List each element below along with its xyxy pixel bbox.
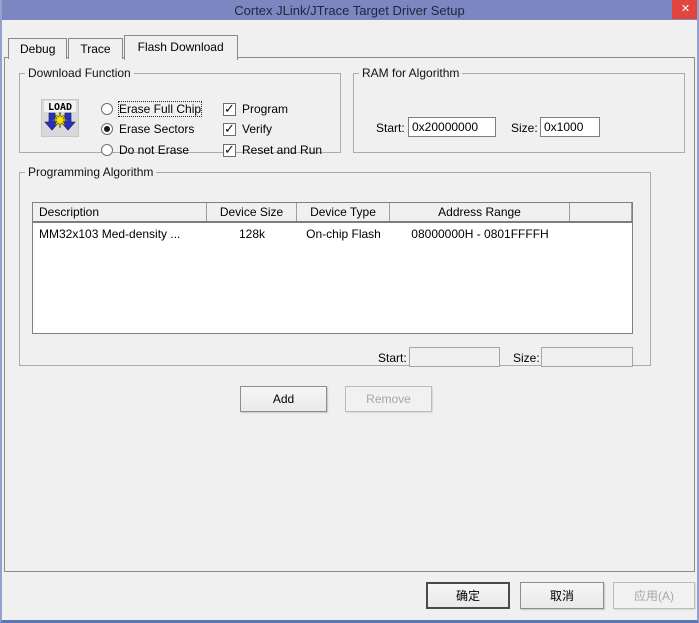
cell-description: MM32x103 Med-density ... [33, 223, 207, 245]
target-driver-setup-dialog: Cortex JLink/JTrace Target Driver Setup … [0, 0, 699, 623]
algorithm-table: Description Device Size Device Type Addr… [32, 202, 633, 334]
column-header-address-range[interactable]: Address Range [390, 203, 570, 221]
cell-address-range: 08000000H - 0801FFFFH [390, 223, 570, 245]
cell-extra [570, 223, 632, 245]
checkbox-label: Verify [242, 122, 272, 136]
algo-size-label: Size: [513, 351, 540, 365]
ram-size-label: Size: [511, 121, 538, 135]
ram-start-input[interactable] [408, 117, 496, 137]
table-header: Description Device Size Device Type Addr… [33, 203, 632, 223]
add-button[interactable]: Add [240, 386, 327, 412]
flash-download-page: Download Function LOAD Erase Full Chip E… [4, 57, 695, 572]
check-icon: ✓ [224, 142, 235, 158]
remove-button[interactable]: Remove [345, 386, 432, 412]
algo-size-input[interactable] [541, 347, 633, 367]
column-header-description[interactable]: Description [33, 203, 207, 221]
programming-algorithm-legend: Programming Algorithm [25, 165, 156, 179]
checkbox-program[interactable]: ✓ Program [223, 102, 288, 116]
programming-algorithm-group: Programming Algorithm Description Device… [19, 165, 651, 366]
radio-circle-icon [101, 123, 113, 135]
apply-button[interactable]: 应用(A) [613, 582, 695, 609]
radio-erase-sectors[interactable]: Erase Sectors [101, 122, 194, 136]
column-header-device-type[interactable]: Device Type [297, 203, 390, 221]
tab-debug[interactable]: Debug [8, 38, 67, 59]
tab-strip: Debug Trace Flash Download [8, 34, 239, 59]
cancel-button[interactable]: 取消 [520, 582, 604, 609]
ram-start-label: Start: [376, 121, 405, 135]
checkbox-label: Reset and Run [242, 143, 322, 157]
column-header-device-size[interactable]: Device Size [207, 203, 297, 221]
radio-dot-icon [104, 126, 110, 132]
table-row[interactable]: MM32x103 Med-density ... 128k On-chip Fl… [33, 223, 632, 245]
radio-erase-full-chip[interactable]: Erase Full Chip [101, 102, 201, 116]
check-icon: ✓ [224, 101, 235, 117]
checkbox-label: Program [242, 102, 288, 116]
tab-flash-download[interactable]: Flash Download [124, 35, 238, 60]
checkbox-icon: ✓ [223, 123, 236, 136]
checkbox-icon: ✓ [223, 144, 236, 157]
radio-circle-icon [101, 103, 113, 115]
close-icon: ✕ [681, 4, 690, 15]
checkbox-reset-and-run[interactable]: ✓ Reset and Run [223, 143, 322, 157]
radio-label: Erase Sectors [119, 122, 194, 136]
checkbox-verify[interactable]: ✓ Verify [223, 122, 272, 136]
svg-text:LOAD: LOAD [48, 102, 72, 113]
cell-device-size: 128k [207, 223, 297, 245]
cell-device-type: On-chip Flash [297, 223, 390, 245]
ram-for-algorithm-legend: RAM for Algorithm [359, 66, 462, 80]
check-icon: ✓ [224, 121, 235, 137]
checkbox-icon: ✓ [223, 103, 236, 116]
title-bar[interactable]: Cortex JLink/JTrace Target Driver Setup … [0, 0, 699, 20]
algo-start-input[interactable] [409, 347, 500, 367]
ram-for-algorithm-group: RAM for Algorithm Start: Size: [353, 66, 685, 153]
radio-circle-icon [101, 144, 113, 156]
radio-label: Do not Erase [119, 143, 189, 157]
column-header-extra[interactable] [570, 203, 632, 221]
window-title: Cortex JLink/JTrace Target Driver Setup [234, 3, 464, 18]
algo-start-label: Start: [378, 351, 407, 365]
ram-size-input[interactable] [540, 117, 600, 137]
ok-button[interactable]: 确定 [426, 582, 510, 609]
load-icon: LOAD [41, 99, 79, 137]
download-function-group: Download Function LOAD Erase Full Chip E… [19, 66, 341, 153]
close-button[interactable]: ✕ [672, 0, 699, 19]
radio-label: Erase Full Chip [119, 102, 201, 116]
tab-trace[interactable]: Trace [68, 38, 122, 59]
radio-do-not-erase[interactable]: Do not Erase [101, 143, 189, 157]
download-function-legend: Download Function [25, 66, 134, 80]
